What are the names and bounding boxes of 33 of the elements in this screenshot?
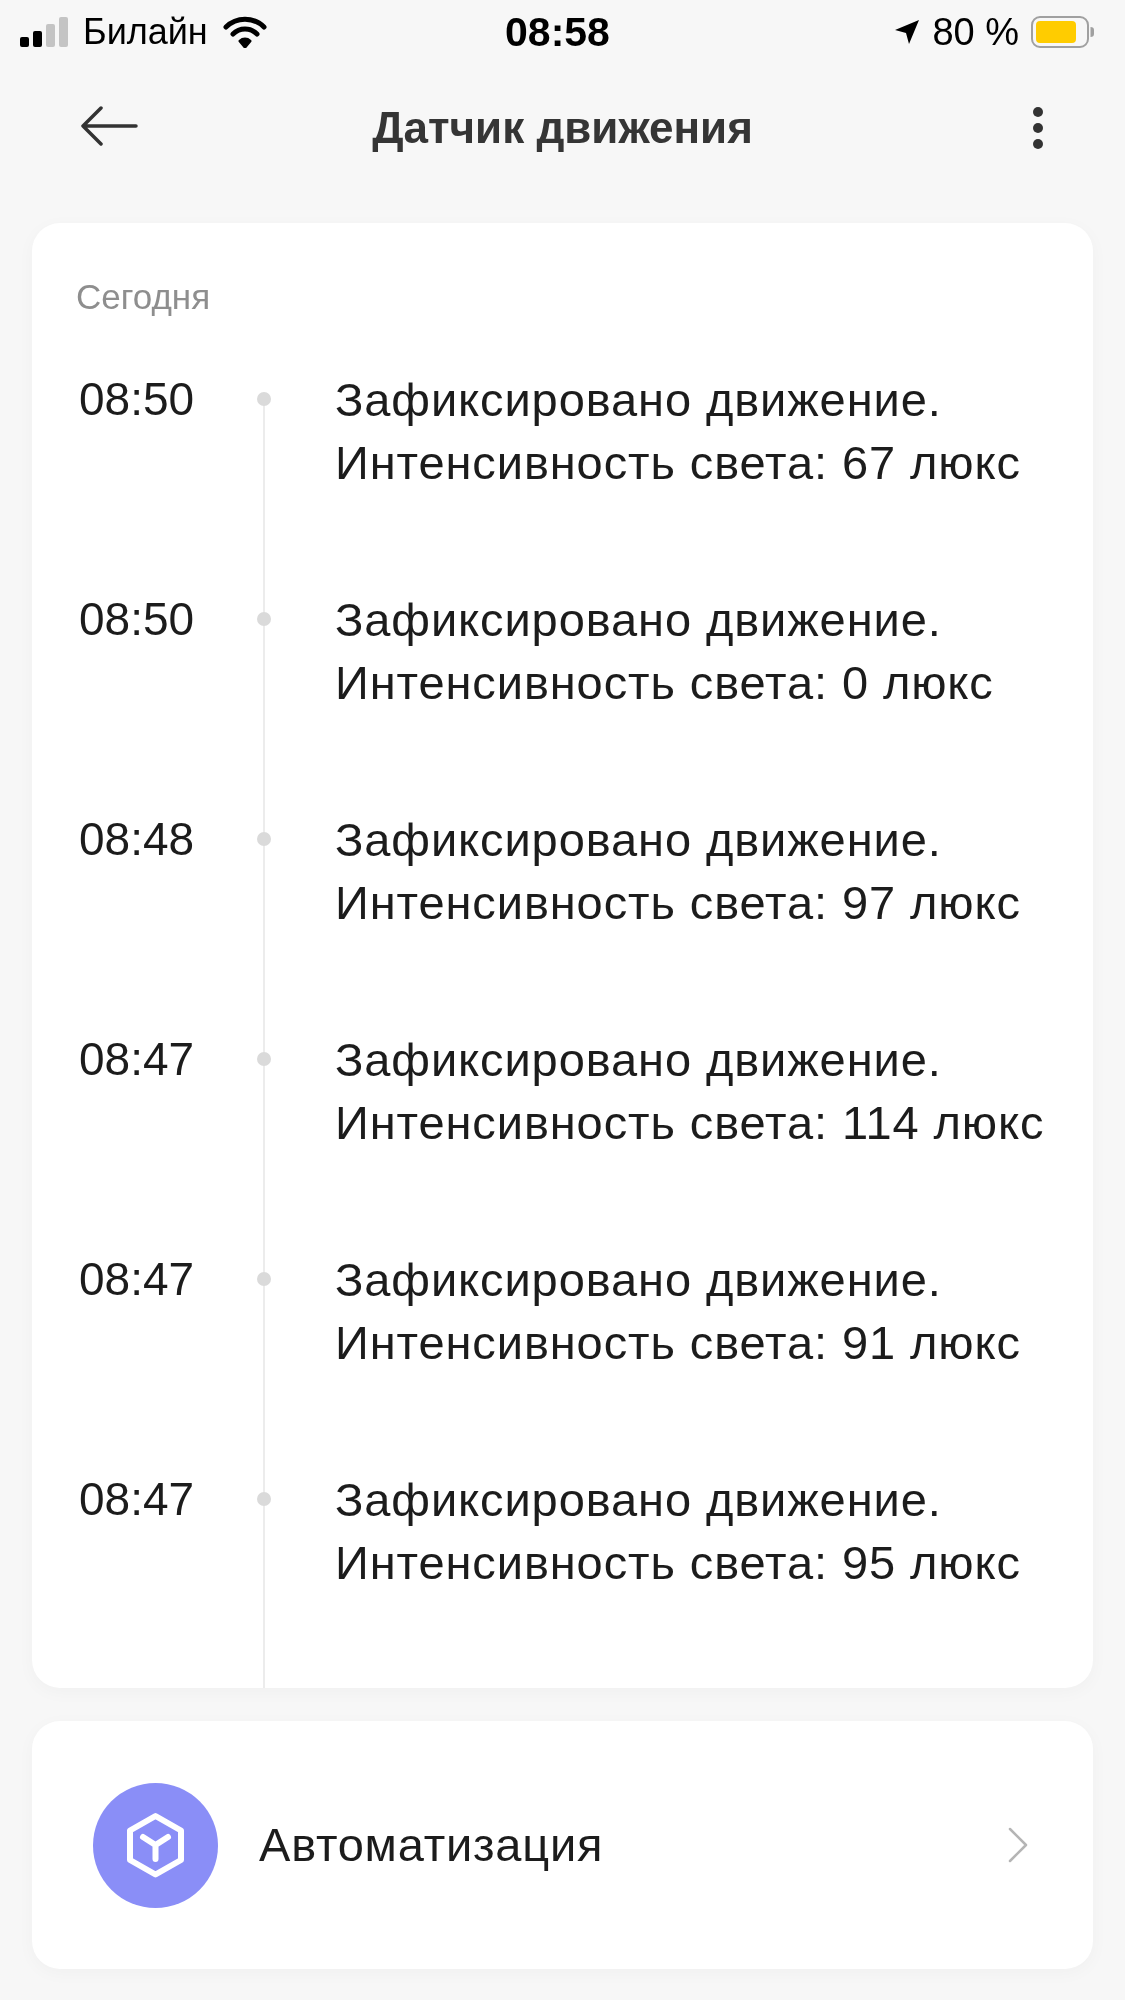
event-time: 08:47 (79, 1252, 196, 1307)
automation-label: Автоматизация (259, 1817, 605, 1873)
event-description: Зафиксировано движение. Интенсивность света: 91 люкс (335, 1252, 1022, 1371)
timeline-dot-icon (257, 1052, 271, 1066)
event-time: 08:47 (79, 1032, 196, 1087)
battery-icon (1031, 16, 1095, 48)
screen-title: Датчик движения (372, 102, 753, 154)
status-time: 08:58 (505, 10, 610, 54)
battery-percent: 80 % (932, 11, 1019, 53)
automation-card[interactable]: Автоматизация (32, 1721, 1093, 1969)
timeline-dot-icon (257, 392, 271, 406)
event-description: Зафиксировано движение. Интенсивность света: 114 люкс (335, 1032, 1046, 1151)
event-time: 08:50 (79, 372, 196, 427)
timeline-dot-icon (257, 612, 271, 626)
event-time: 08:47 (79, 1472, 196, 1527)
signal-icon (20, 17, 68, 47)
more-icon[interactable] (1031, 106, 1045, 150)
timeline-dot-icon (257, 1272, 271, 1286)
cube-icon (93, 1782, 218, 1908)
event-description: Зафиксировано движение. Интенсивность света: 0 люкс (335, 592, 995, 711)
event-description: Зафиксировано движение. Интенсивность света: 95 люкс (335, 1472, 1022, 1591)
event-time: 08:50 (79, 592, 196, 647)
timeline-dot-icon (257, 832, 271, 846)
location-arrow-icon (894, 19, 921, 45)
date-heading: Сегодня (76, 277, 212, 317)
wifi-icon (222, 16, 267, 48)
back-arrow-icon[interactable] (80, 106, 138, 146)
event-description: Зафиксировано движение. Интенсивность света: 67 люкс (335, 372, 1022, 491)
carrier-name: Билайн (83, 11, 208, 53)
timeline-dot-icon (257, 1492, 271, 1506)
event-time: 08:48 (79, 812, 196, 867)
event-description: Зафиксировано движение. Интенсивность света: 97 люкс (335, 812, 1022, 931)
chevron-right-icon (1007, 1826, 1029, 1864)
